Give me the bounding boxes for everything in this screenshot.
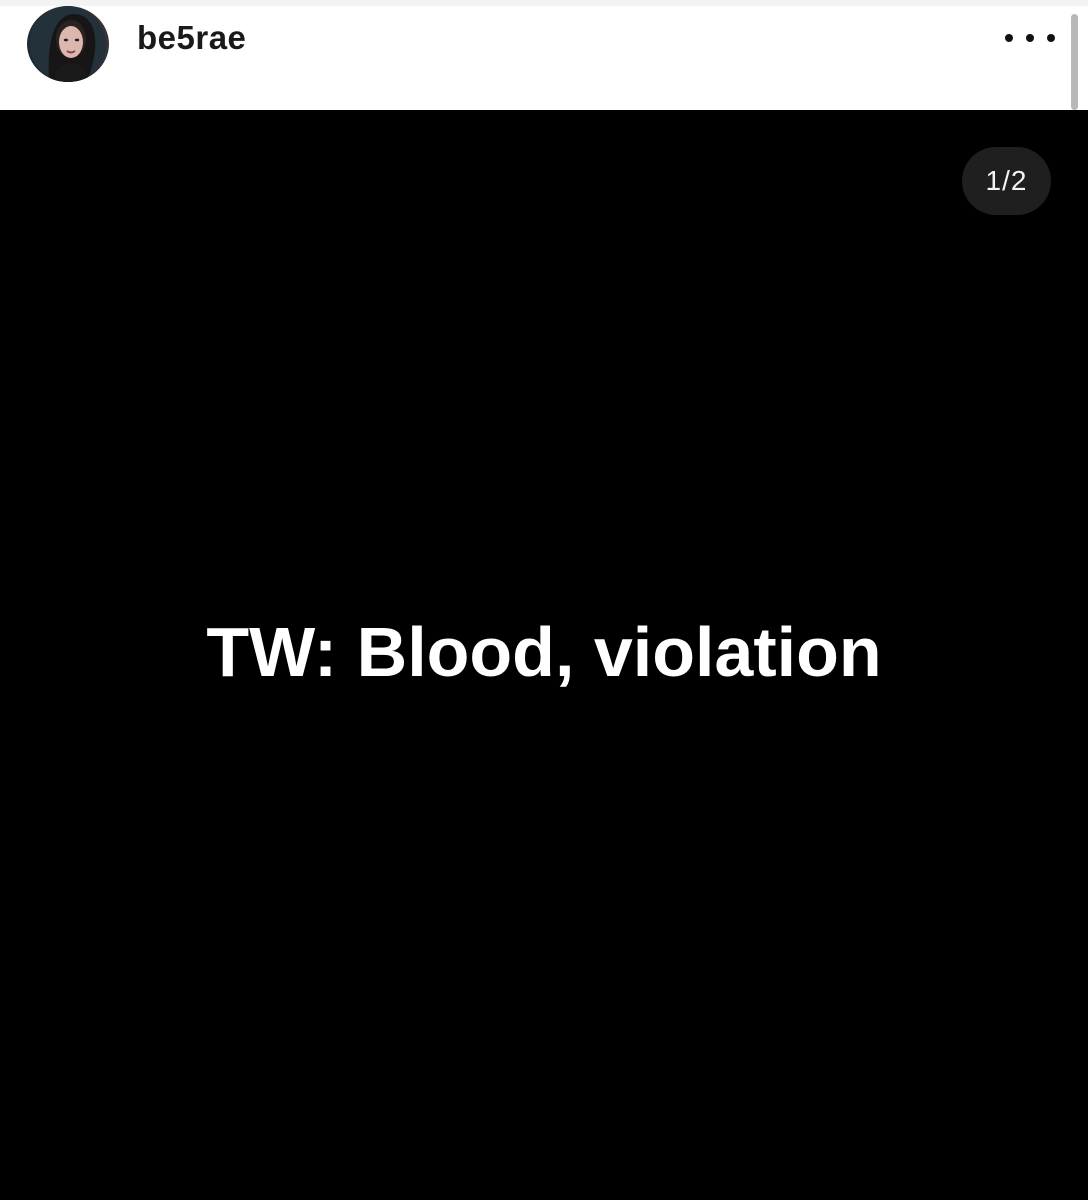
more-options-button[interactable] xyxy=(1002,22,1058,54)
carousel-page-counter: 1/2 xyxy=(962,147,1051,215)
scrollbar-thumb[interactable] xyxy=(1071,14,1078,110)
post-view: be5rae 1/2 TW: Blood, violation xyxy=(0,0,1088,1200)
avatar[interactable] xyxy=(27,6,109,82)
avatar-image xyxy=(30,6,106,82)
username[interactable]: be5rae xyxy=(137,18,246,58)
post-header: be5rae xyxy=(0,0,1088,110)
more-options-icon-dot xyxy=(1005,34,1013,42)
more-options-icon-dot xyxy=(1026,34,1034,42)
more-options-icon-dot xyxy=(1047,34,1055,42)
top-divider xyxy=(0,0,1088,6)
trigger-warning-text: TW: Blood, violation xyxy=(206,613,882,691)
